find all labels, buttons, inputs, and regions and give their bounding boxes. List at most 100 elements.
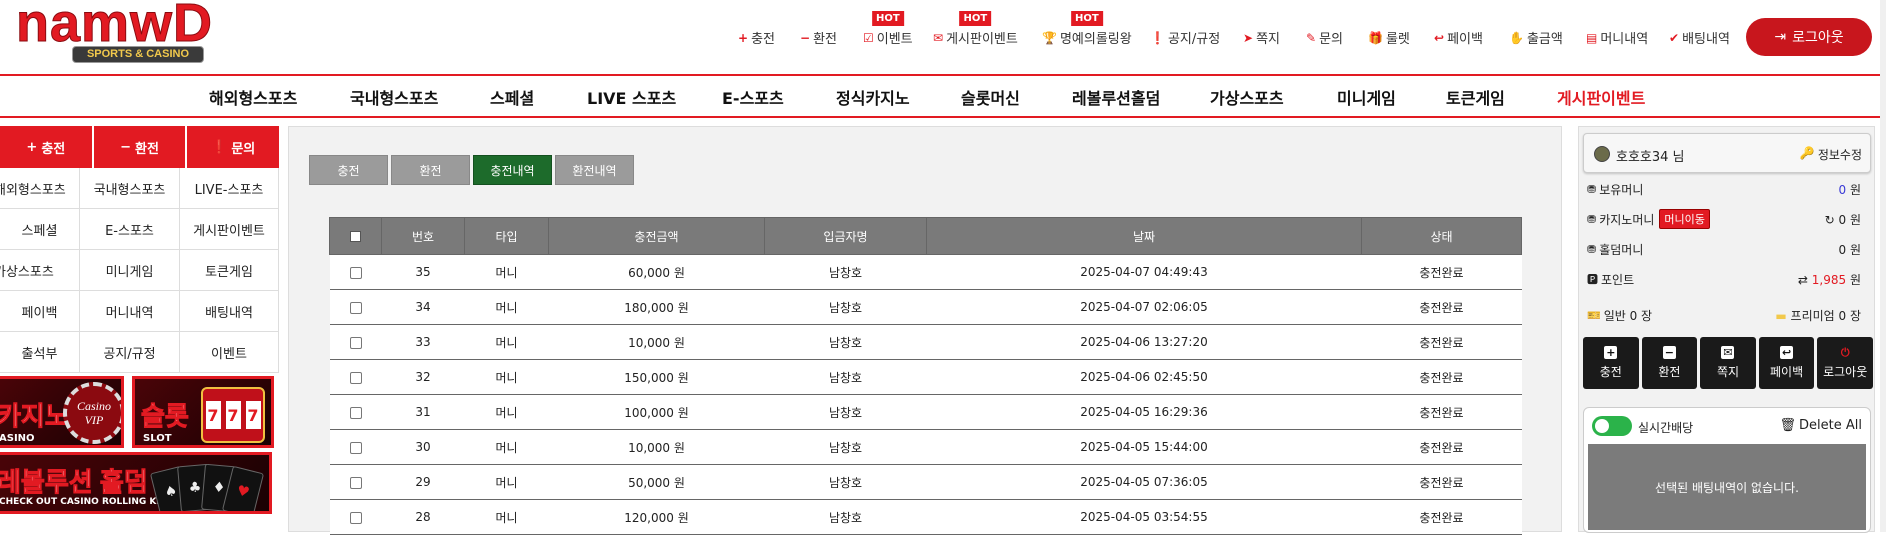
mainnav-domestic-sports[interactable]: 국내형스포츠 <box>350 85 438 109</box>
table-row: 29 머니 50,000 원 남창호 2025-04-05 07:36:05 충… <box>329 464 1522 500</box>
tab-deposit-history[interactable]: 충전내역 <box>473 155 552 185</box>
edit-profile-link[interactable]: 🔑 정보수정 <box>1800 146 1862 163</box>
cell-date: 2025-04-07 04:49:43 <box>926 254 1362 290</box>
topnav-label: 룰렛 <box>1385 32 1410 47</box>
slot-reel: 7 <box>205 401 221 429</box>
left-menu-item[interactable]: LIVE-스포츠 <box>180 168 279 209</box>
left-menu-item[interactable]: 국내형스포츠 <box>80 168 180 209</box>
money-transfer-button[interactable]: 머니이동 <box>1659 209 1710 229</box>
topnav-withdraw-amount[interactable]: ✋ 출금액 <box>1509 28 1563 48</box>
row-select-cell <box>329 254 382 290</box>
mainnav-virtual-sports[interactable]: 가상스포츠 <box>1210 85 1284 109</box>
mainnav-minigame[interactable]: 미니게임 <box>1337 85 1396 109</box>
left-menu-item[interactable]: 해외형스포츠 <box>0 168 80 209</box>
select-all-checkbox[interactable] <box>350 231 361 242</box>
topnav-rolling-king[interactable]: HOT 🏆 명예의롤링왕 <box>1042 11 1132 47</box>
mainnav-token-game[interactable]: 토큰게임 <box>1446 85 1505 109</box>
topnav-notice[interactable]: ❗ 공지/규정 <box>1150 28 1220 48</box>
premium-ticket-count: 프리미엄 0 장 <box>1790 308 1861 323</box>
left-menu-item[interactable]: 페이백 <box>0 291 80 332</box>
left-withdraw-button[interactable]: − 환전 <box>93 126 186 168</box>
row-checkbox[interactable] <box>349 511 362 524</box>
topnav-label: 이벤트 <box>876 32 913 47</box>
topnav-money-history[interactable]: ▤ 머니내역 <box>1586 28 1648 48</box>
exchange-icon[interactable]: ⇄ <box>1798 273 1808 287</box>
casino-banner[interactable]: 카지노 ASINO Casino VIP <box>0 376 124 448</box>
mainnav-live-sports[interactable]: LIVE 스포츠 <box>587 85 676 109</box>
live-odds-toggle[interactable] <box>1592 416 1632 436</box>
left-menu-item[interactable]: 미니게임 <box>80 250 180 291</box>
quick-deposit-button[interactable]: + 충전 <box>1583 337 1639 389</box>
edit-profile-label: 정보수정 <box>1817 148 1862 162</box>
left-menu-item[interactable]: 출석부 <box>0 332 80 373</box>
cell-status: 충전완료 <box>1361 394 1522 430</box>
trophy-icon: 🏆 <box>1042 30 1057 45</box>
mainnav-slot[interactable]: 슬롯머신 <box>961 85 1020 109</box>
left-menu-item[interactable]: 배팅내역 <box>180 291 279 332</box>
mainnav-holdem[interactable]: 레볼루션홀덤 <box>1072 85 1160 109</box>
left-menu-item[interactable]: 토큰게임 <box>180 250 279 291</box>
row-checkbox[interactable] <box>349 441 362 454</box>
cell-no: 34 <box>381 289 465 325</box>
page-scrollbar[interactable] <box>1880 0 1886 532</box>
left-menu-item[interactable]: E-스포츠 <box>80 209 180 250</box>
table-row: 28 머니 120,000 원 남창호 2025-04-05 03:54:55 … <box>329 499 1522 535</box>
mainnav-esports[interactable]: E-스포츠 <box>722 85 784 109</box>
logout-button[interactable]: ⇥ 로그아웃 <box>1746 18 1872 56</box>
cell-name: 남창호 <box>764 359 927 395</box>
refresh-icon[interactable]: ↻ <box>1825 213 1835 227</box>
row-checkbox[interactable] <box>349 406 362 419</box>
quick-withdraw-button[interactable]: − 환전 <box>1641 337 1698 389</box>
left-actions: + 충전 − 환전 ❗ 문의 <box>0 126 280 168</box>
mainnav-board-event[interactable]: 게시판이벤트 <box>1557 85 1645 109</box>
button-label: 쪽지 <box>1716 365 1740 379</box>
holdem-banner[interactable]: 레볼루션 홀덤 CHECK OUT CASINO ROLLING KING ♠ … <box>0 452 272 514</box>
left-menu-item[interactable]: 공지/규정 <box>80 332 180 373</box>
topnav-withdraw[interactable]: − 환전 <box>800 28 837 48</box>
topnav-payback[interactable]: ↩ 페이백 <box>1434 28 1483 48</box>
row-checkbox[interactable] <box>349 336 362 349</box>
quick-message-button[interactable]: ✉ 쪽지 <box>1700 337 1756 389</box>
slot-banner[interactable]: 슬롯 SLOT 7 7 7 <box>132 376 274 448</box>
quick-payback-button[interactable]: ↩ 페이백 <box>1758 337 1815 389</box>
mainnav-special[interactable]: 스페셜 <box>490 85 534 109</box>
left-menu-item[interactable]: 이벤트 <box>180 332 279 373</box>
row-checkbox[interactable] <box>349 301 362 314</box>
table-row: 30 머니 10,000 원 남창호 2025-04-05 15:44:00 충… <box>329 429 1522 465</box>
left-menu-item[interactable]: 머니내역 <box>80 291 180 332</box>
left-menu-item[interactable]: 가상스포츠 <box>0 250 80 291</box>
left-sidebar: + 충전 − 환전 ❗ 문의 해외형스포츠 국내형스포츠 LIVE-스포츠 스페… <box>0 126 280 532</box>
hot-badge: HOT <box>871 11 904 26</box>
row-checkbox[interactable] <box>349 371 362 384</box>
topnav-bet-history[interactable]: ✔ 배팅내역 <box>1669 28 1730 48</box>
topnav-board-event[interactable]: HOT ✉ 게시판이벤트 <box>933 11 1018 47</box>
topnav-inquiry[interactable]: ✎ 문의 <box>1306 28 1343 48</box>
delete-all-button[interactable]: 🗑 Delete All <box>1780 418 1862 433</box>
history-tabs: 충전 환전 충전내역 환전내역 <box>309 155 634 185</box>
mainnav-intl-sports[interactable]: 해외형스포츠 <box>209 85 297 109</box>
cell-no: 30 <box>381 429 465 465</box>
select-all-header <box>329 217 382 255</box>
balance-amount: 0 <box>1838 212 1847 227</box>
row-checkbox[interactable] <box>349 266 362 279</box>
left-menu-item[interactable]: 스페셜 <box>0 209 80 250</box>
tab-withdraw[interactable]: 환전 <box>391 155 470 185</box>
quick-logout-button[interactable]: ⏻ 로그아웃 <box>1817 337 1873 389</box>
left-deposit-button[interactable]: + 충전 <box>0 126 92 168</box>
main-nav: 해외형스포츠 국내형스포츠 스페셜 LIVE 스포츠 E-스포츠 정식카지노 슬… <box>0 76 1886 118</box>
topnav-roulette[interactable]: 🎁 룰렛 <box>1368 28 1410 48</box>
tab-withdraw-history[interactable]: 환전내역 <box>555 155 634 185</box>
cell-no: 28 <box>381 499 465 535</box>
left-menu-item[interactable]: 게시판이벤트 <box>180 209 279 250</box>
playing-cards-icon: ♠ ♣ ♦ ♥ <box>147 461 267 511</box>
topnav-message[interactable]: ➤ 쪽지 <box>1243 28 1280 48</box>
topnav-event[interactable]: HOT ☑ 이벤트 <box>863 11 913 47</box>
row-checkbox[interactable] <box>349 476 362 489</box>
topnav-deposit[interactable]: + 충전 <box>738 28 775 48</box>
tab-deposit[interactable]: 충전 <box>309 155 388 185</box>
cell-amount: 100,000 원 <box>548 394 765 430</box>
mainnav-casino[interactable]: 정식카지노 <box>836 85 910 109</box>
power-icon: ⏻ <box>1840 346 1850 359</box>
balance-label: 홀덤머니 <box>1599 242 1644 257</box>
left-inquiry-button[interactable]: ❗ 문의 <box>187 126 280 168</box>
